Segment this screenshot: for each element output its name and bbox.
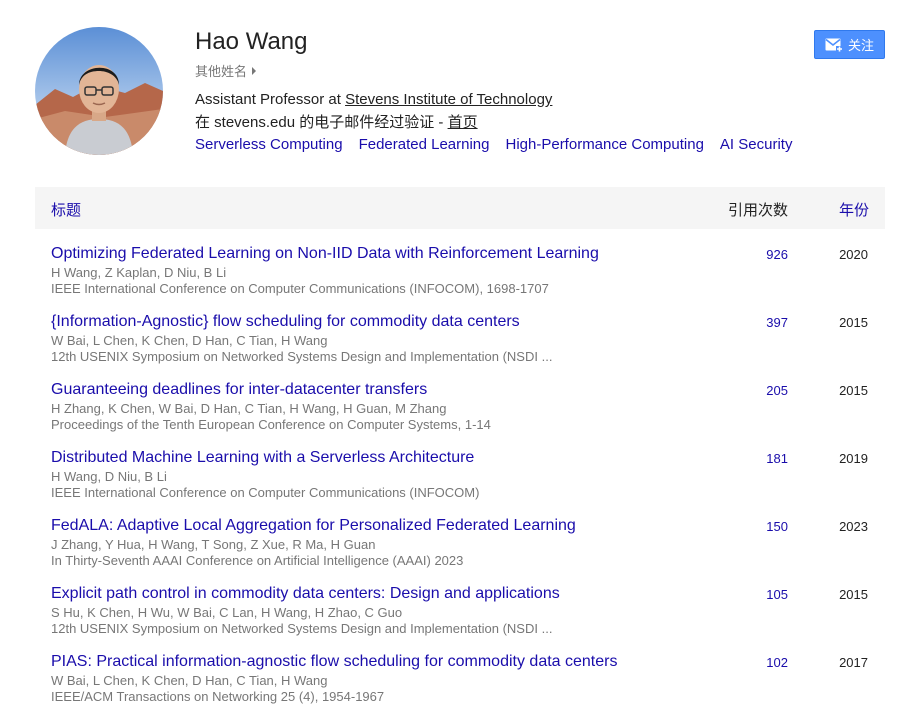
paper-title[interactable]: FedALA: Adaptive Local Aggregation for P… [51, 517, 576, 535]
profile-name: Hao Wang [195, 28, 308, 55]
cited-by-header: 引用次数 [728, 202, 789, 219]
other-names-label: 其他姓名 [195, 64, 248, 79]
interest-link[interactable]: High-Performance Computing [506, 136, 704, 153]
paper-venue: IEEE/ACM Transactions on Networking 25 (… [51, 689, 385, 704]
cited-by-count[interactable]: 150 [766, 519, 788, 534]
paper-title[interactable]: Optimizing Federated Learning on Non-IID… [51, 245, 599, 263]
paper-year: 2015 [839, 383, 868, 398]
caret-right-icon [252, 67, 257, 75]
paper-authors: H Zhang, K Chen, W Bai, D Han, C Tian, H… [51, 401, 447, 416]
email-verified-text: 在 stevens.edu 的电子邮件经过验证 - [195, 114, 448, 131]
affiliation-prefix: Assistant Professor at [195, 91, 346, 108]
paper-title[interactable]: {Information-Agnostic} flow scheduling f… [51, 313, 520, 331]
other-names-toggle[interactable]: 其他姓名 [195, 61, 257, 80]
sort-by-title[interactable]: 标题 [51, 199, 81, 220]
paper-venue: In Thirty-Seventh AAAI Conference on Art… [51, 553, 464, 568]
interest-link[interactable]: AI Security [720, 136, 793, 153]
paper-year: 2015 [839, 315, 868, 330]
paper-venue: Proceedings of the Tenth European Confer… [51, 417, 491, 432]
paper-year: 2019 [839, 451, 868, 466]
paper-authors: J Zhang, Y Hua, H Wang, T Song, Z Xue, R… [51, 537, 376, 552]
follow-label: 关注 [847, 38, 874, 53]
table-row: Distributed Machine Learning with a Serv… [35, 449, 885, 517]
paper-title[interactable]: Distributed Machine Learning with a Serv… [51, 449, 474, 467]
paper-year: 2023 [839, 519, 868, 534]
paper-title[interactable]: PIAS: Practical information-agnostic flo… [51, 653, 617, 671]
table-header: 标题 引用次数 年份 [35, 187, 885, 229]
paper-authors: W Bai, L Chen, K Chen, D Han, C Tian, H … [51, 673, 328, 688]
mail-icon [825, 38, 843, 52]
cited-by-count[interactable]: 102 [766, 655, 788, 670]
paper-year: 2020 [839, 247, 868, 262]
table-row: Guaranteeing deadlines for inter-datacen… [35, 381, 885, 449]
table-row: FedALA: Adaptive Local Aggregation for P… [35, 517, 885, 585]
paper-venue: IEEE International Conference on Compute… [51, 281, 549, 296]
paper-authors: H Wang, D Niu, B Li [51, 469, 167, 484]
research-interests: Serverless Computing Federated Learning … [195, 136, 792, 153]
paper-title[interactable]: Explicit path control in commodity data … [51, 585, 560, 603]
paper-year: 2015 [839, 587, 868, 602]
paper-venue: 12th USENIX Symposium on Networked Syste… [51, 621, 553, 636]
interest-link[interactable]: Serverless Computing [195, 136, 343, 153]
table-row: {Information-Agnostic} flow scheduling f… [35, 313, 885, 381]
cited-by-count[interactable]: 181 [766, 451, 788, 466]
paper-authors: H Wang, Z Kaplan, D Niu, B Li [51, 265, 227, 280]
affiliation: Assistant Professor at Stevens Institute… [195, 91, 552, 108]
paper-title[interactable]: Guaranteeing deadlines for inter-datacen… [51, 381, 427, 399]
table-row: PIAS: Practical information-agnostic flo… [35, 653, 885, 721]
cited-by-count[interactable]: 205 [766, 383, 788, 398]
email-verification: 在 stevens.edu 的电子邮件经过验证 - 首页 [195, 111, 478, 132]
avatar [35, 27, 163, 155]
sort-by-year[interactable]: 年份 [839, 199, 869, 220]
paper-venue: 12th USENIX Symposium on Networked Syste… [51, 349, 553, 364]
paper-venue: IEEE International Conference on Compute… [51, 485, 480, 500]
cited-by-count[interactable]: 926 [766, 247, 788, 262]
table-row: Explicit path control in commodity data … [35, 585, 885, 653]
table-row: Optimizing Federated Learning on Non-IID… [35, 245, 885, 313]
paper-year: 2017 [839, 655, 868, 670]
follow-button[interactable]: 关注 [814, 30, 885, 59]
affiliation-link[interactable]: Stevens Institute of Technology [345, 91, 552, 108]
cited-by-count[interactable]: 397 [766, 315, 788, 330]
profile-photo [35, 27, 163, 155]
interest-link[interactable]: Federated Learning [359, 136, 490, 153]
homepage-link[interactable]: 首页 [448, 114, 478, 131]
paper-authors: S Hu, K Chen, H Wu, W Bai, C Lan, H Wang… [51, 605, 403, 620]
cited-by-count[interactable]: 105 [766, 587, 788, 602]
paper-authors: W Bai, L Chen, K Chen, D Han, C Tian, H … [51, 333, 328, 348]
